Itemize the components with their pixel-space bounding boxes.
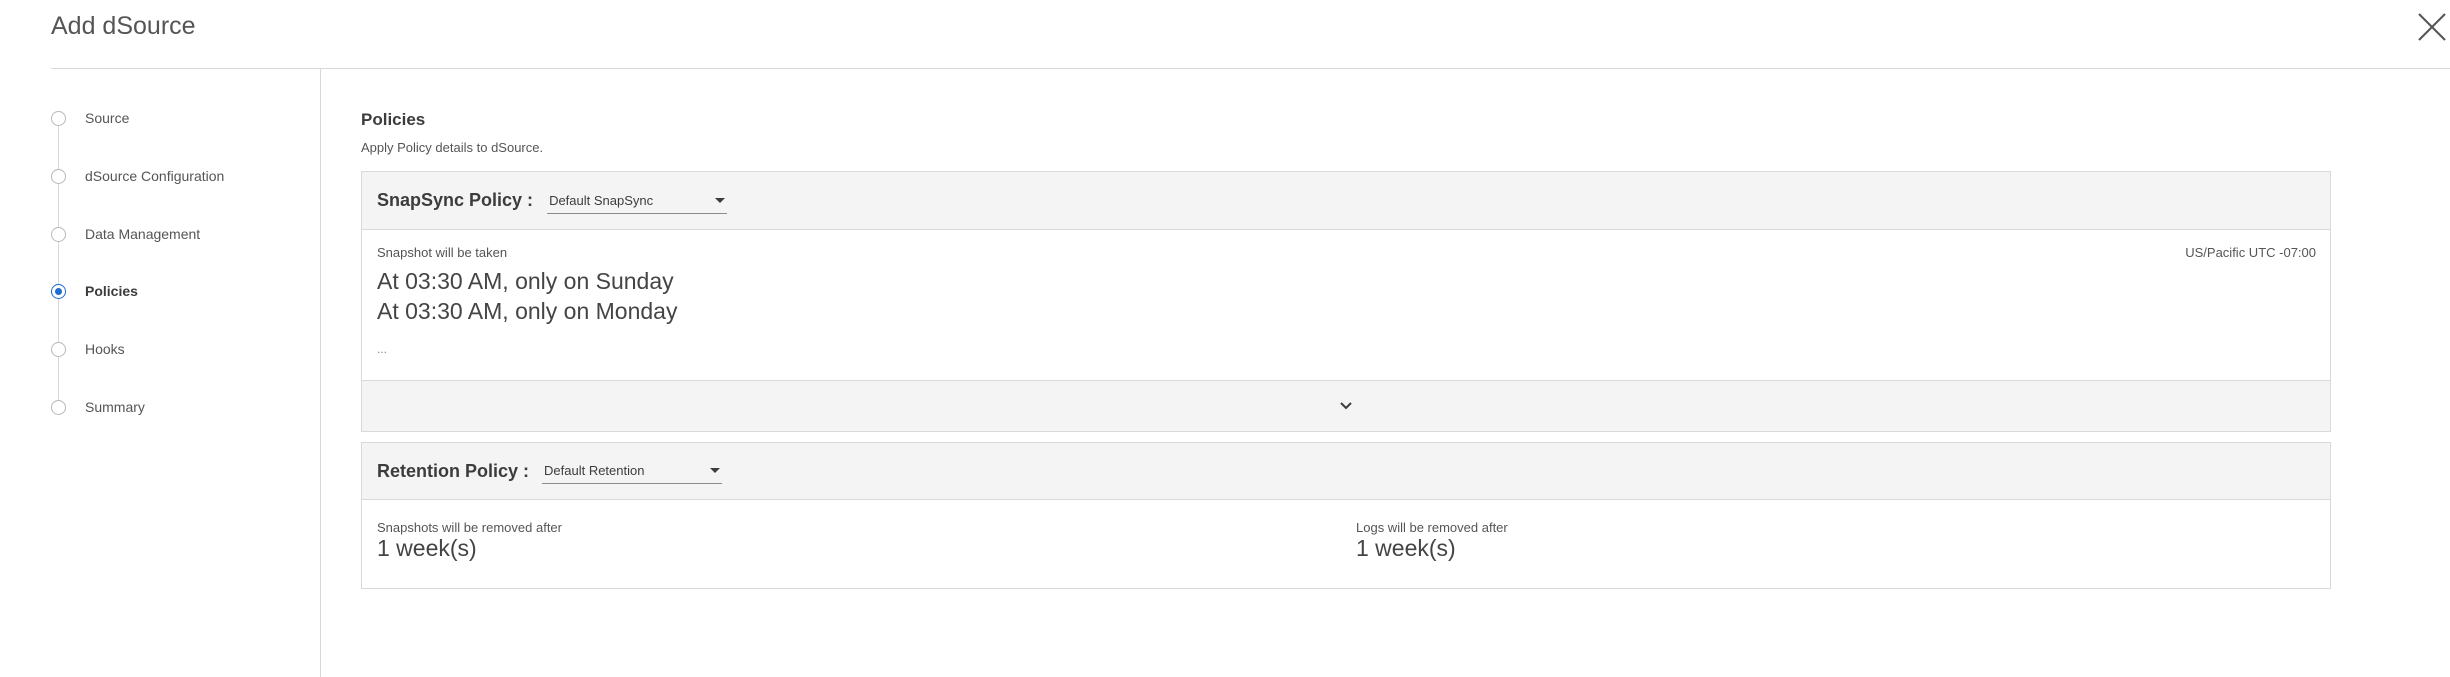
- close-icon: [2418, 13, 2446, 41]
- step-label: Summary: [85, 399, 145, 415]
- snapsync-schedule: Snapshot will be taken US/Pacific UTC -0…: [362, 230, 2330, 381]
- retention-policy-header: Retention Policy : Default Retention: [362, 443, 2330, 500]
- schedule-label: Snapshot will be taken: [377, 245, 508, 260]
- step-label: Source: [85, 110, 130, 126]
- snapshots-retention-label: Snapshots will be removed after: [377, 520, 562, 535]
- step-data-management[interactable]: Data Management: [51, 224, 200, 244]
- dialog-title: Add dSource: [51, 12, 196, 40]
- logs-retention: Logs will be removed after 1 week(s): [1356, 520, 1508, 562]
- step-indicator: [51, 399, 66, 415]
- step-source[interactable]: Source: [51, 108, 129, 128]
- sidebar-divider: [320, 69, 321, 677]
- step-summary[interactable]: Summary: [51, 397, 145, 417]
- section-subtitle: Apply Policy details to dSource.: [361, 140, 544, 155]
- snapsync-policy-header: SnapSync Policy : Default SnapSync: [362, 172, 2330, 230]
- timezone-label: US/Pacific UTC -07:00: [2185, 245, 2316, 260]
- step-indicator: [51, 110, 66, 126]
- close-button[interactable]: [2415, 10, 2449, 44]
- step-indicator-active: [51, 283, 66, 299]
- snapshots-retention-value: 1 week(s): [377, 535, 477, 561]
- step-label: Hooks: [85, 341, 125, 357]
- schedule-entry: At 03:30 AM, only on Monday: [377, 298, 678, 324]
- snapsync-policy-value: Default SnapSync: [549, 192, 654, 208]
- step-indicator: [51, 341, 66, 357]
- snapsync-policy-label: SnapSync Policy :: [377, 190, 534, 210]
- more-indicator: ...: [377, 342, 388, 356]
- step-dsource-configuration[interactable]: dSource Configuration: [51, 166, 224, 186]
- retention-policy-value: Default Retention: [544, 463, 645, 478]
- snapsync-policy-panel: SnapSync Policy : Default SnapSync Snaps…: [361, 171, 2331, 432]
- expand-schedule-button[interactable]: [362, 381, 2330, 431]
- step-label: Data Management: [85, 226, 201, 242]
- chevron-down-icon: [1340, 402, 1352, 410]
- schedule-entry: At 03:30 AM, only on Sunday: [377, 268, 674, 294]
- section-title: Policies: [361, 110, 426, 129]
- retention-policy-label: Retention Policy :: [377, 460, 530, 481]
- dropdown-caret-icon: [710, 468, 721, 473]
- snapsync-policy-select[interactable]: Default SnapSync: [547, 188, 728, 214]
- step-policies[interactable]: Policies: [51, 281, 138, 301]
- step-hooks[interactable]: Hooks: [51, 339, 125, 359]
- retention-details: Snapshots will be removed after 1 week(s…: [362, 500, 2330, 588]
- step-indicator: [51, 226, 66, 242]
- step-label: Policies: [85, 283, 138, 299]
- logs-retention-value: 1 week(s): [1356, 535, 1456, 561]
- step-indicator: [51, 168, 66, 184]
- retention-policy-panel: Retention Policy : Default Retention Sna…: [361, 442, 2331, 589]
- dropdown-caret-icon: [715, 197, 726, 203]
- logs-retention-label: Logs will be removed after: [1356, 520, 1508, 535]
- retention-policy-select[interactable]: Default Retention: [542, 458, 723, 484]
- header-divider: [51, 68, 2450, 69]
- snapshots-retention: Snapshots will be removed after 1 week(s…: [377, 520, 562, 562]
- step-label: dSource Configuration: [85, 168, 225, 184]
